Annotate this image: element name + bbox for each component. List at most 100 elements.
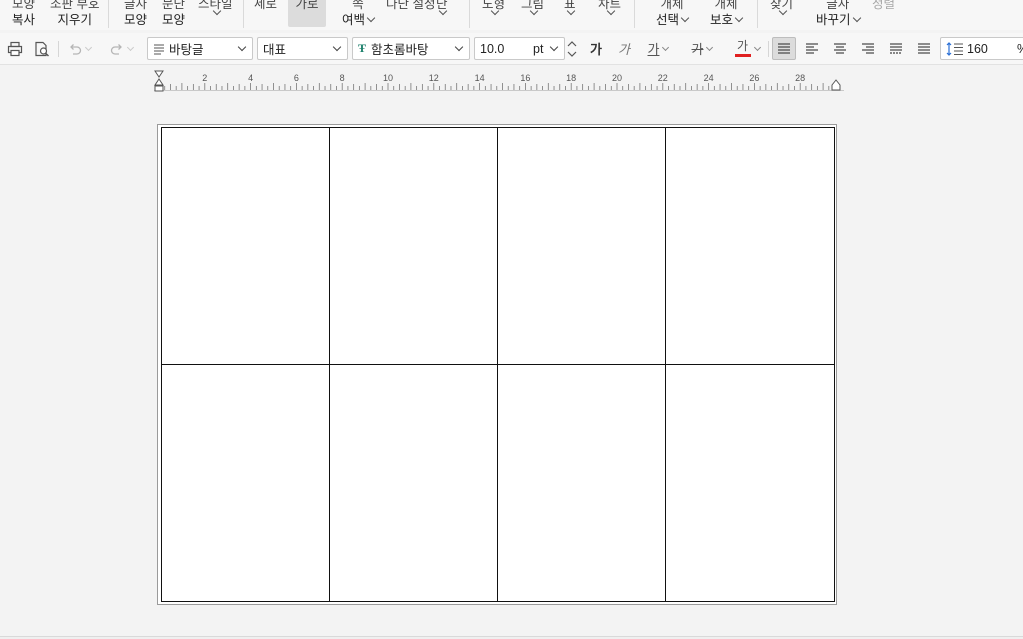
ribbon-label-bottom: [437, 6, 448, 16]
ribbon-label-bottom: 복사: [12, 13, 36, 27]
ribbon-style-button[interactable]: 스타일: [198, 0, 233, 30]
ribbon-label-top: 가로: [295, 0, 319, 11]
strikethrough-button[interactable]: 가: [684, 37, 720, 60]
underline-button[interactable]: 가: [640, 37, 676, 60]
italic-button[interactable]: 가: [614, 37, 634, 60]
font-size-stepper[interactable]: [565, 37, 579, 60]
undo-button[interactable]: [62, 37, 96, 60]
font-color-swatch: [734, 54, 751, 57]
print-button[interactable]: [5, 37, 25, 60]
ribbon-label-bottom-text: 선택: [656, 13, 680, 27]
ribbon-divider: [469, 0, 470, 28]
ruler-label: 24: [703, 73, 714, 83]
line-spacing-value: 160: [967, 41, 988, 56]
ribbon-label-bottom: 모양: [162, 13, 186, 27]
table-cell[interactable]: [330, 128, 498, 365]
print-preview-button[interactable]: [32, 37, 52, 60]
toolbar-divider: [768, 41, 769, 57]
font-size-input[interactable]: 10.0 pt: [474, 37, 565, 60]
redo-button[interactable]: [104, 37, 138, 60]
ribbon-align-button[interactable]: 정렬: [872, 0, 895, 30]
ribbon-para-shape-button[interactable]: 문단 모양: [162, 0, 185, 30]
truetype-font-icon: Ŧ: [358, 41, 367, 55]
divide-button[interactable]: [913, 37, 935, 60]
style-select[interactable]: 바탕글: [147, 37, 253, 60]
ribbon-object-protect-button[interactable]: 개체 보호: [710, 0, 744, 30]
table-cell[interactable]: [162, 128, 330, 365]
align-center-button[interactable]: [829, 37, 851, 60]
ribbon-page-margin-button[interactable]: 쪽 여백: [342, 0, 376, 30]
ribbon-label-bottom: 바꾸기: [816, 12, 861, 28]
ribbon-divider: [634, 0, 635, 28]
ruler-label: 16: [520, 73, 531, 83]
chevron-down-icon: [126, 43, 134, 51]
print-preview-icon: [35, 41, 49, 57]
chevron-down-icon: [454, 42, 464, 52]
language-select[interactable]: 대표: [257, 37, 348, 60]
document-table[interactable]: [161, 127, 835, 602]
left-indent-marker-icon[interactable]: [154, 70, 164, 92]
ribbon-label-top: 다단 설정: [386, 0, 436, 11]
ribbon-table-button[interactable]: 표: [564, 0, 576, 30]
ribbon-label-bottom: [528, 6, 539, 16]
ribbon-replace-button[interactable]: 글자 바꾸기: [816, 0, 861, 30]
print-icon: [7, 41, 23, 56]
table-cell[interactable]: [666, 365, 834, 602]
ribbon-label-bottom: [565, 6, 576, 16]
bold-button[interactable]: 가: [586, 37, 606, 60]
line-spacing-unit: %: [1017, 42, 1023, 56]
ribbon-column-button[interactable]: 단: [436, 0, 448, 30]
ribbon-label-top: 문단: [162, 0, 186, 11]
right-indent-marker-icon[interactable]: [831, 79, 841, 91]
ribbon-label-bottom: 모양: [124, 13, 148, 27]
line-spacing-input[interactable]: 160 %: [940, 37, 1023, 60]
ruler-label: 12: [428, 73, 439, 83]
ribbon-clear-codes-button[interactable]: 조판 부호 지우기: [50, 0, 99, 30]
table-cell[interactable]: [498, 364, 666, 601]
font-color-button[interactable]: 가: [728, 37, 766, 60]
ruler-label: 2: [202, 73, 208, 83]
table-cell[interactable]: [498, 128, 666, 365]
chevron-down-icon: [237, 42, 247, 52]
chevron-down-icon: [706, 43, 714, 51]
ribbon-label-top: 정렬: [872, 0, 896, 11]
ribbon-label-bottom: [489, 6, 500, 16]
ribbon-copy-format-button[interactable]: 모양 복사: [12, 0, 35, 30]
table-cell[interactable]: [666, 128, 834, 365]
ribbon-char-shape-button[interactable]: 글자 모양: [124, 0, 147, 30]
ruler-label: 14: [474, 73, 485, 83]
formatting-toolbar: 바탕글 대표 Ŧ 함초롬바탕 10.0 pt 가 가 가 가 가 160: [0, 33, 1023, 65]
strikethrough-label: 가: [691, 42, 704, 57]
ruler-label: 8: [339, 73, 345, 83]
ribbon-chart-button[interactable]: 차트: [598, 0, 621, 30]
align-right-button[interactable]: [857, 37, 879, 60]
ruler-label: 28: [795, 73, 806, 83]
redo-icon: [110, 43, 122, 55]
underline-label: 가: [647, 42, 660, 57]
line-spacing-icon: [946, 41, 963, 56]
hwp-app-window: 모양 복사 조판 부호 지우기 글자 모양 문단 모양 스타일 세로 가로 쪽 …: [0, 0, 1023, 639]
style-select-value: 바탕글: [169, 43, 204, 57]
ribbon-label-bottom-text: 여백: [342, 13, 366, 27]
ribbon-picture-button[interactable]: 그림: [521, 0, 544, 30]
ribbon-object-select-button[interactable]: 개체 선택: [656, 0, 690, 30]
ruler-label: 10: [382, 73, 394, 83]
ribbon-divider: [243, 0, 244, 28]
ribbon-shape-button[interactable]: 도형: [482, 0, 505, 30]
ribbon-label-bottom: 선택: [656, 12, 690, 28]
horizontal-ruler[interactable]: 2 4 6 8 10 12 14 16 18 20 22 24 26 28: [154, 70, 844, 92]
align-justify-button[interactable]: [772, 37, 796, 60]
font-select[interactable]: Ŧ 함초롬바탕: [352, 37, 470, 60]
ribbon-landscape-button[interactable]: 가로: [288, 0, 326, 27]
ribbon-portrait-button[interactable]: 세로: [254, 0, 277, 30]
chevron-down-icon: [366, 13, 376, 23]
ribbon-label-top: 조판 부호: [50, 0, 100, 11]
ribbon-label-top: 모양: [12, 0, 36, 11]
align-left-button[interactable]: [801, 37, 823, 60]
document-page[interactable]: [157, 124, 837, 605]
table-cell[interactable]: [330, 364, 498, 601]
ribbon-find-button[interactable]: 찾기: [770, 0, 793, 30]
distribute-button[interactable]: [885, 37, 907, 60]
ribbon-multi-column-button[interactable]: 다단 설정: [386, 0, 435, 30]
table-cell[interactable]: [162, 364, 330, 601]
